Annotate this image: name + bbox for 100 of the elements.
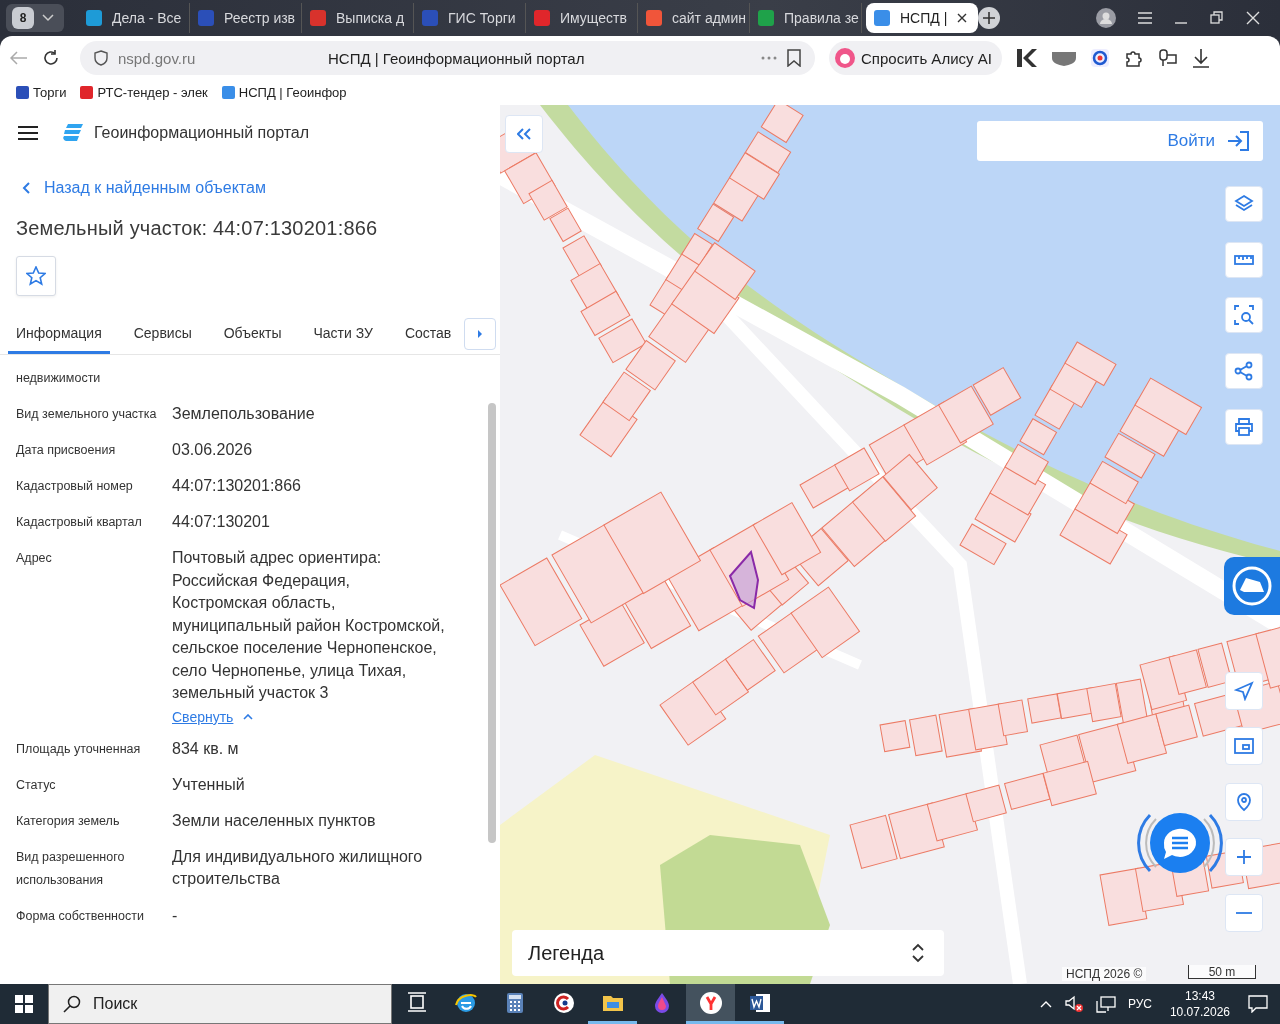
map-tool-button[interactable] bbox=[1225, 297, 1263, 333]
field-value: Почтовый адрес ориентира: Российская Федерация, Костромская область, муниципальный район Костромской, сельское поселение Чернопенское, село Чернопенье, улица Тихая, земельный участок 3 bbox=[172, 548, 446, 703]
field-value: Землепользование bbox=[172, 404, 316, 424]
bookmark[interactable]: РТС-тендер - элек bbox=[80, 85, 208, 100]
windows-start-icon[interactable] bbox=[15, 995, 33, 1013]
map-control-button[interactable] bbox=[1225, 894, 1263, 932]
field-label: Вид земельного участка bbox=[16, 406, 158, 423]
clock-date[interactable]: 10.07.2026 bbox=[1169, 1004, 1230, 1020]
land-parcel-shape bbox=[909, 714, 943, 757]
shield-badge-icon[interactable] bbox=[1051, 50, 1076, 66]
field-label: Форма собственности bbox=[16, 907, 145, 925]
info-tab[interactable]: Объекты bbox=[215, 325, 290, 354]
map-tool-button[interactable] bbox=[1225, 186, 1263, 222]
browser-tab[interactable]: Имуществ bbox=[526, 3, 638, 33]
browser-tab[interactable]: ГИС Торги bbox=[414, 3, 526, 33]
browser-tab[interactable]: Дела - Все bbox=[78, 3, 190, 33]
key-icon[interactable] bbox=[1157, 48, 1178, 68]
collapse-panel-button[interactable] bbox=[505, 115, 543, 153]
field-label: Категория земель bbox=[16, 812, 121, 830]
taskbar-app-button[interactable] bbox=[686, 984, 735, 1024]
shield-icon bbox=[94, 50, 108, 66]
network-icon[interactable] bbox=[1095, 995, 1116, 1013]
collapse-link[interactable]: Свернуть bbox=[172, 708, 234, 725]
field-value: Учтенный bbox=[172, 774, 246, 795]
puzzle-icon[interactable] bbox=[1123, 48, 1144, 68]
map-tool-button[interactable] bbox=[1225, 353, 1263, 389]
legend-dropdown[interactable]: Легенда bbox=[512, 930, 944, 976]
tab-title: НСПД | bbox=[900, 10, 948, 26]
input-language[interactable]: РУС bbox=[1127, 997, 1152, 1011]
browser-tab[interactable]: Выписка д bbox=[302, 3, 414, 33]
chevron-up-icon bbox=[243, 713, 254, 720]
info-tab[interactable]: Части ЗУ bbox=[305, 325, 381, 354]
download-icon[interactable] bbox=[1191, 48, 1210, 68]
bookmark[interactable]: НСПД | Геоинфор bbox=[221, 85, 347, 100]
address-bar[interactable]: nspd.gov.ru НСПД | Геоинформационный портал bbox=[80, 41, 815, 75]
profile-icon[interactable] bbox=[1096, 8, 1116, 28]
reload-icon[interactable] bbox=[42, 49, 60, 67]
land-parcel-shape bbox=[549, 207, 582, 242]
field-label: Статус bbox=[16, 776, 57, 794]
login-button[interactable]: Войти bbox=[977, 121, 1263, 161]
map-control-button[interactable] bbox=[1225, 727, 1263, 765]
print-icon bbox=[1234, 417, 1254, 437]
field-label: Вид разрешенного использования bbox=[16, 848, 126, 889]
layers-icon bbox=[1234, 194, 1254, 214]
info-tab[interactable]: Сервисы bbox=[125, 325, 200, 354]
field-value: Для индивидуального жилищного строительства bbox=[172, 846, 424, 889]
field-label: Адрес bbox=[16, 550, 53, 567]
field-label: Площадь уточненная bbox=[16, 740, 142, 758]
clock-time[interactable]: 13:43 bbox=[1184, 988, 1215, 1004]
chevron-up-icon[interactable] bbox=[1039, 1000, 1052, 1008]
picture-frame-icon bbox=[1234, 736, 1254, 756]
browser-tab[interactable]: сайт админ bbox=[638, 3, 750, 33]
location-search-icon bbox=[1234, 792, 1254, 812]
field-value: 03.06.2026 bbox=[172, 440, 254, 460]
browser-tab[interactable]: НСПД | bbox=[866, 3, 978, 33]
share-icon bbox=[1234, 361, 1254, 381]
info-tab[interactable]: Состав bbox=[396, 325, 460, 354]
object-heading: Земельный участок: 44:07:130201:866 bbox=[16, 217, 379, 240]
search-input[interactable]: Поиск bbox=[93, 995, 373, 1013]
page-title: НСПД | Геоинформационный портал bbox=[328, 49, 586, 67]
field-value: 834 кв. м bbox=[172, 738, 240, 759]
field-label: недвижимости bbox=[16, 370, 102, 387]
k-logo-icon[interactable] bbox=[1015, 48, 1038, 68]
tab-title: Правила зе bbox=[784, 10, 859, 26]
map-control-button[interactable] bbox=[1225, 838, 1263, 876]
caret-right-icon bbox=[477, 329, 483, 339]
map-tool-button[interactable] bbox=[1225, 409, 1263, 445]
bookmark-icon[interactable] bbox=[787, 49, 801, 67]
more-icon[interactable] bbox=[761, 56, 777, 60]
browser-tab[interactable]: Реестр изв bbox=[190, 3, 302, 33]
notifications-icon[interactable] bbox=[1248, 995, 1268, 1013]
favorite-button[interactable] bbox=[16, 256, 56, 296]
browser-tab[interactable]: Правила зе bbox=[750, 3, 862, 33]
info-tab[interactable]: Информация bbox=[8, 325, 110, 354]
back-link[interactable]: Назад к найденным объектам bbox=[0, 161, 500, 197]
field-value: - bbox=[172, 905, 179, 926]
land-parcel-shape bbox=[1004, 443, 1049, 485]
tab-title: Имуществ bbox=[560, 10, 627, 26]
tab-title: сайт админ bbox=[672, 10, 747, 26]
taskbar-search-field[interactable]: Поиск bbox=[48, 984, 392, 1024]
assistant-button[interactable]: Спросить Алису AI bbox=[829, 41, 1002, 75]
speaker-muted-icon[interactable] bbox=[1063, 995, 1084, 1013]
portal-title: Геоинформационный портал bbox=[94, 124, 310, 142]
field-label: Кадастровый номер bbox=[16, 478, 134, 495]
map-control-button[interactable] bbox=[1225, 783, 1263, 821]
menu-icon[interactable] bbox=[18, 126, 38, 140]
new-tab-icon[interactable] bbox=[978, 7, 1000, 29]
gear-badge-icon[interactable] bbox=[1089, 48, 1110, 68]
map-tool-button[interactable] bbox=[1225, 242, 1263, 278]
sort-icon bbox=[912, 943, 924, 963]
restore-icon[interactable] bbox=[1210, 11, 1224, 25]
map-control-button[interactable] bbox=[1225, 672, 1263, 710]
portal-logo-icon bbox=[62, 123, 84, 143]
tab-title: Реестр изв bbox=[224, 10, 296, 26]
bookmark[interactable]: Торги bbox=[16, 85, 67, 100]
tab-counter[interactable]: 8 bbox=[6, 4, 64, 32]
close-icon[interactable] bbox=[957, 13, 968, 23]
cleaner-app-icon bbox=[551, 990, 576, 1015]
map-service-icon[interactable] bbox=[1224, 557, 1280, 615]
assistant-icon bbox=[835, 48, 855, 68]
